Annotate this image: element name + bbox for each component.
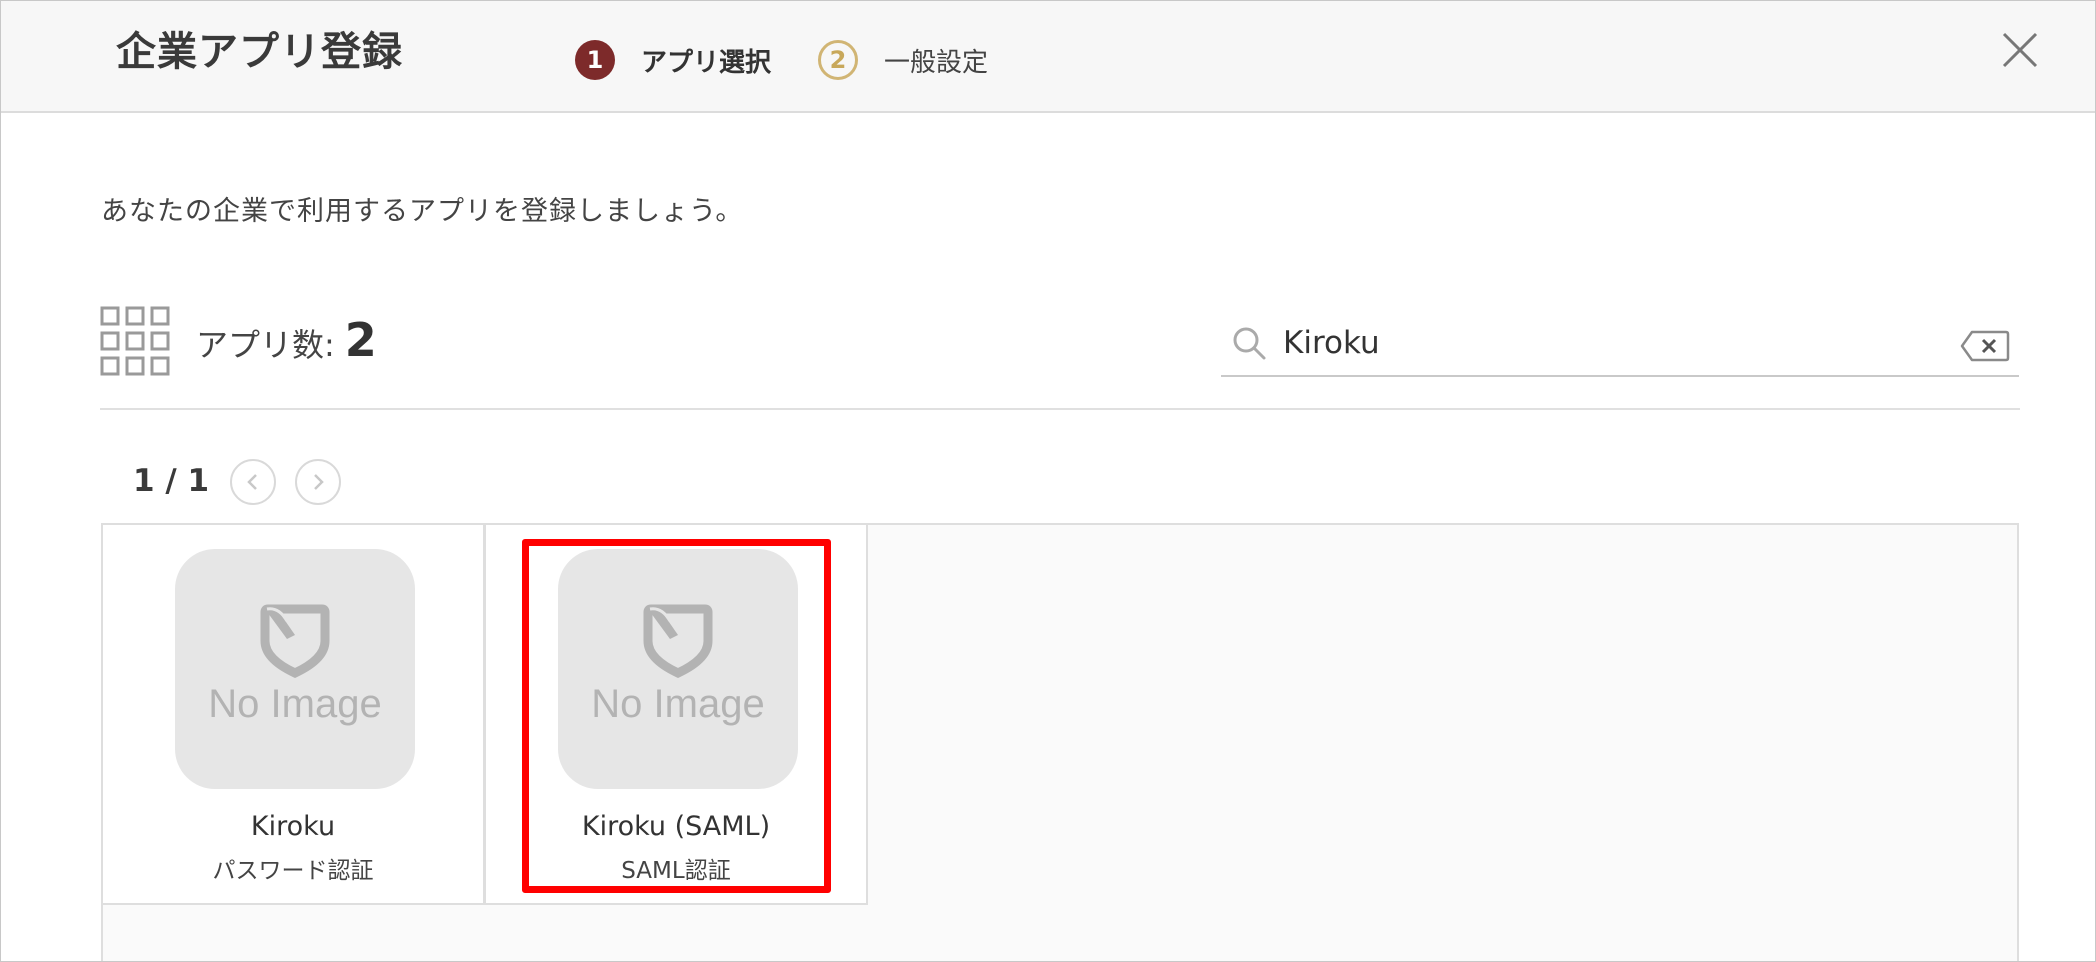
step-label: アプリ選択 <box>641 47 772 78</box>
app-count-label: アプリ数: <box>196 326 335 364</box>
previous-page-button[interactable] <box>230 459 276 505</box>
page-indicator: 1 / 1 <box>133 463 210 499</box>
app-auth-type: SAML認証 <box>621 858 731 884</box>
step-general-settings: 2 一般設定 <box>818 39 988 81</box>
chevron-left-icon <box>247 474 257 490</box>
app-registration-dialog: 企業アプリ登録 1 アプリ選択 2 一般設定 あなたの企業で利用するアプリを登録… <box>0 0 2096 962</box>
close-button[interactable] <box>1995 25 2045 75</box>
step-number-badge: 2 <box>818 40 858 80</box>
app-auth-type: パスワード認証 <box>212 858 374 884</box>
grid-icon <box>100 306 170 376</box>
no-image-placeholder: No Image <box>558 549 798 789</box>
dialog-description: あなたの企業で利用するアプリを登録しましょう。 <box>101 196 744 227</box>
app-count: アプリ数: 2 <box>196 313 377 367</box>
dialog-title: 企業アプリ登録 <box>116 29 403 75</box>
search-box <box>1221 317 2019 377</box>
no-image-placeholder: No Image <box>175 549 415 789</box>
clear-input-icon[interactable] <box>1960 330 2010 362</box>
app-card-kiroku-saml[interactable]: No Image Kiroku (SAML) SAML認証 <box>484 523 868 905</box>
app-name: Kiroku <box>250 811 336 842</box>
step-label: 一般設定 <box>884 47 989 78</box>
close-icon <box>2002 32 2038 68</box>
step-number-badge: 1 <box>575 40 615 80</box>
app-name: Kiroku (SAML) <box>581 811 771 842</box>
step-app-selection: 1 アプリ選択 <box>575 39 771 81</box>
svg-text:No Image: No Image <box>591 682 764 726</box>
app-count-value: 2 <box>344 313 377 367</box>
next-page-button[interactable] <box>295 459 341 505</box>
chevron-right-icon <box>314 474 324 490</box>
search-icon <box>1233 327 1266 360</box>
toolbar-divider <box>100 408 2020 410</box>
search-input[interactable] <box>1283 317 1923 369</box>
dialog-header: 企業アプリ登録 1 アプリ選択 2 一般設定 <box>1 1 2095 113</box>
svg-text:No Image: No Image <box>208 682 381 726</box>
app-card-kiroku[interactable]: No Image Kiroku パスワード認証 <box>101 523 485 905</box>
